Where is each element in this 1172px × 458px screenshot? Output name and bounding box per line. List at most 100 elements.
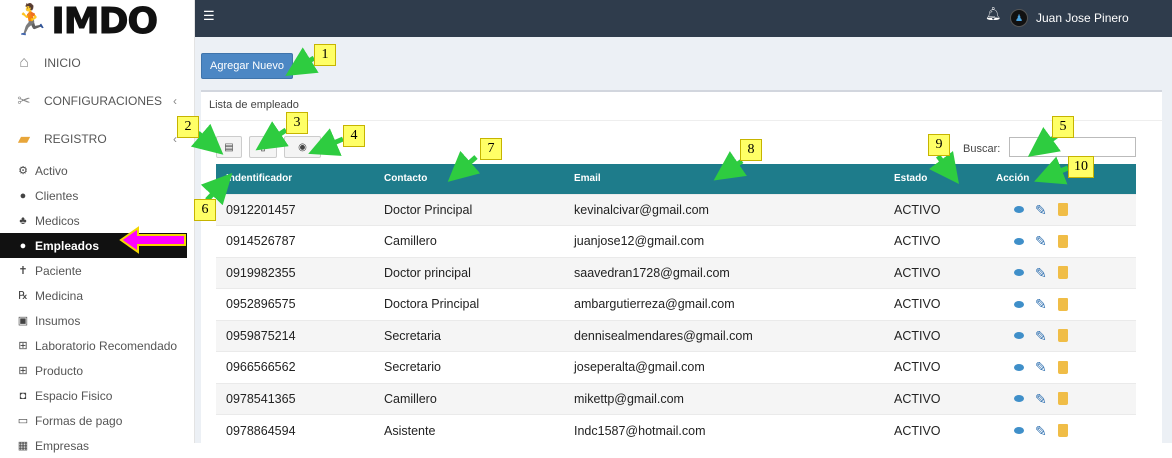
cell-email: dennisealmendares@gmail.com (564, 319, 884, 352)
edit-icon[interactable]: ✎ (1035, 203, 1047, 217)
view-icon[interactable] (1014, 237, 1024, 245)
cell-identificador: 0978541365 (216, 382, 374, 415)
tools-icon: ✂ (17, 93, 31, 110)
delete-icon[interactable] (1057, 203, 1068, 217)
cell-contacto: Doctora Principal (374, 288, 564, 320)
sidebar-item-inicio[interactable]: ⌂ INICIO (0, 44, 195, 82)
column-header-identificador[interactable]: Indentificador (216, 164, 374, 194)
export-excel-button[interactable]: ▤ (216, 136, 242, 158)
app-logo[interactable]: 🏃 IMDO (12, 0, 159, 42)
sidebar-item-configuraciones[interactable]: ✂ CONFIGURACIONES ‹ (0, 82, 195, 120)
cell-accion: ✎ (986, 351, 1136, 383)
view-icon[interactable] (1014, 206, 1024, 214)
cell-estado: ACTIVO (884, 351, 986, 383)
view-icon[interactable] (1014, 269, 1024, 277)
sidebar-item-producto[interactable]: ⊞ Producto (0, 358, 195, 383)
delete-icon[interactable] (1057, 360, 1068, 374)
sidebar-item-label: Espacio Fisico (35, 388, 113, 403)
bell-icon[interactable]: 🔔︎ (985, 6, 1002, 22)
cell-accion: ✎ (986, 225, 1136, 257)
sidebar-item-paciente[interactable]: ✝ Paciente (0, 258, 195, 283)
sidebar-item-label: Medicina (35, 288, 84, 303)
column-header-email[interactable]: Email (564, 164, 884, 194)
cell-email: mikettp@gmail.com (564, 382, 884, 415)
money-icon: ▭ (17, 415, 29, 427)
sidebar-item-empleados[interactable]: ● Empleados (0, 233, 187, 258)
view-icon[interactable] (1014, 427, 1024, 434)
search-label: Buscar: (963, 143, 1001, 155)
view-icon[interactable] (1014, 395, 1024, 403)
sidebar-item-label: Producto (35, 363, 84, 378)
edit-icon[interactable]: ✎ (1035, 392, 1047, 406)
menu-toggle-icon[interactable]: ☰ (203, 8, 215, 24)
delete-icon[interactable] (1057, 424, 1068, 437)
doctor-icon: ♣ (19, 214, 27, 227)
search-input[interactable] (1009, 137, 1136, 157)
sidebar-item-clientes[interactable]: ● Clientes (0, 183, 195, 208)
sidebar-item-registro[interactable]: ▰ REGISTRO ‹ (0, 120, 195, 158)
logo-text: IMDO (51, 0, 159, 42)
cell-estado: ACTIVO (884, 382, 986, 415)
callout-8: 8 (740, 139, 762, 161)
cell-contacto: Doctor principal (374, 256, 564, 289)
sidebar-item-espacio-fisico[interactable]: ◘ Espacio Fisico (0, 383, 195, 408)
edit-icon[interactable]: ✎ (1035, 266, 1047, 280)
cell-accion: ✎ (986, 382, 1136, 415)
view-icon[interactable] (1014, 300, 1024, 308)
sidebar-item-label: Activo (35, 163, 68, 178)
sidebar-item-laboratorio[interactable]: ⊞ Laboratorio Recomendado (0, 333, 195, 358)
column-header-contacto[interactable]: Contacto (374, 164, 564, 194)
avatar: ♟ (1010, 9, 1028, 27)
table-row: 0919982355 Doctor principal saavedran172… (216, 256, 1136, 289)
plus-square-icon: ⊞ (18, 365, 28, 377)
delete-icon[interactable] (1057, 297, 1068, 311)
edit-icon[interactable]: ✎ (1035, 297, 1047, 311)
export-pdf-button[interactable]: ▯ (249, 136, 277, 158)
pdf-file-icon: ▯ (260, 141, 266, 153)
edit-icon[interactable]: ✎ (1035, 360, 1047, 374)
user-menu[interactable]: ♟ Juan Jose Pinero (1010, 9, 1129, 27)
table-row: 0959875214 Secretaria dennisealmendares@… (216, 319, 1136, 352)
sidebar-item-empresas[interactable]: ▦ Empresas (0, 433, 195, 458)
table-header-row: Indentificador Contacto Email Estado Acc… (216, 164, 1136, 194)
sidebar-item-insumos[interactable]: ▣ Insumos (0, 308, 195, 333)
cell-estado: ACTIVO (884, 414, 986, 446)
callout-9: 9 (928, 134, 950, 156)
cell-email: kevinalcivar@gmail.com (564, 193, 884, 226)
cell-estado: ACTIVO (884, 193, 986, 226)
sidebar-item-activo[interactable]: ⚙ Activo (0, 158, 195, 183)
edit-icon[interactable]: ✎ (1035, 234, 1047, 248)
callout-5: 5 (1052, 116, 1074, 138)
column-header-estado[interactable]: Estado (884, 164, 986, 194)
sidebar-item-formas-de-pago[interactable]: ▭ Formas de pago (0, 408, 195, 433)
table-row: 0978541365 Camillero mikettp@gmail.com A… (216, 382, 1136, 415)
delete-icon[interactable] (1057, 266, 1068, 280)
edit-icon[interactable]: ✎ (1035, 424, 1047, 438)
cell-estado: ACTIVO (884, 256, 986, 289)
sidebar-item-medicos[interactable]: ♣ Medicos (0, 208, 195, 233)
view-icon[interactable] (1014, 363, 1024, 371)
cell-accion: ✎ (986, 193, 1136, 226)
delete-icon[interactable] (1057, 329, 1068, 343)
cell-contacto: Secretaria (374, 319, 564, 352)
sidebar: 🏃 IMDO ⌂ INICIO ✂ CONFIGURACIONES ‹ ▰ RE… (0, 0, 195, 453)
sidebar-item-label: Insumos (35, 313, 81, 328)
callout-7: 7 (480, 138, 502, 160)
employee-table: Indentificador Contacto Email Estado Acc… (216, 164, 1136, 446)
delete-icon[interactable] (1057, 234, 1068, 248)
cell-email: Indc1587@hotmail.com (564, 414, 884, 446)
cell-contacto: Secretario (374, 351, 564, 383)
sidebar-item-label: REGISTRO (44, 132, 107, 146)
edit-icon[interactable]: ✎ (1035, 329, 1047, 343)
medicine-icon: ℞ (18, 290, 28, 302)
sidebar-item-medicina[interactable]: ℞ Medicina (0, 283, 195, 308)
cell-identificador: 0919982355 (216, 256, 374, 289)
register-icon: ▰ (17, 131, 31, 148)
delete-icon[interactable] (1057, 392, 1068, 406)
cell-accion: ✎ (986, 288, 1136, 320)
cell-email: juanjose12@gmail.com (564, 225, 884, 257)
add-new-button[interactable]: Agregar Nuevo (201, 53, 293, 79)
view-icon[interactable] (1014, 332, 1024, 340)
column-visibility-button[interactable]: ◉ (284, 136, 321, 158)
sidebar-item-label: Empresas (35, 438, 90, 453)
